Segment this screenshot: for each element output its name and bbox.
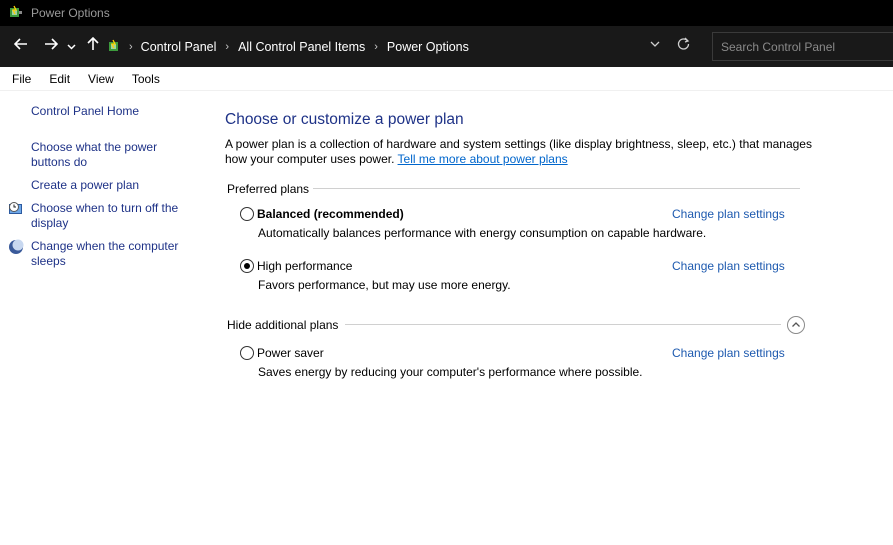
menu-view[interactable]: View [82, 72, 120, 86]
divider [345, 324, 781, 325]
learn-more-link[interactable]: Tell me more about power plans [398, 152, 568, 166]
breadcrumb-control-panel[interactable]: Control Panel [141, 40, 217, 54]
sidebar-item-power-buttons[interactable]: Choose what the power buttons do [31, 140, 191, 170]
menu-file[interactable]: File [6, 72, 37, 86]
breadcrumb-separator: › [374, 40, 378, 53]
plan-desc-power-saver: Saves energy by reducing your computer's… [258, 365, 643, 379]
balanced-radio[interactable] [240, 207, 254, 221]
power-saver-radio[interactable] [240, 346, 254, 360]
change-plan-settings-power-saver[interactable]: Change plan settings [672, 346, 785, 360]
sidebar-item-control-panel-home[interactable]: Control Panel Home [31, 104, 191, 119]
breadcrumb-power-options[interactable]: Power Options [387, 40, 469, 54]
navigation-toolbar: › Control Panel › All Control Panel Item… [0, 26, 893, 67]
sidebar-item-create-plan[interactable]: Create a power plan [31, 178, 191, 193]
plan-desc-high-performance: Favors performance, but may use more ene… [258, 278, 511, 292]
search-input[interactable]: Search Control Panel [712, 32, 893, 61]
arrow-up-icon[interactable] [80, 36, 106, 56]
control-panel-icon [107, 39, 123, 55]
power-options-icon [8, 5, 24, 21]
plan-name-balanced[interactable]: Balanced (recommended) [257, 207, 404, 221]
divider [313, 188, 800, 189]
refresh-icon[interactable] [677, 37, 690, 53]
menu-tools[interactable]: Tools [126, 72, 166, 86]
change-plan-settings-balanced[interactable]: Change plan settings [672, 207, 785, 221]
chevron-down-icon[interactable] [650, 39, 660, 52]
hide-additional-plans-header[interactable]: Hide additional plans [227, 318, 338, 332]
arrow-left-icon[interactable] [8, 37, 34, 56]
clock-monitor-icon [8, 201, 24, 217]
window-title: Power Options [31, 6, 110, 20]
search-placeholder: Search Control Panel [721, 39, 836, 54]
menu-bar: File Edit View Tools [0, 67, 893, 91]
change-plan-settings-high-performance[interactable]: Change plan settings [672, 259, 785, 273]
arrow-right-icon[interactable] [38, 37, 64, 56]
breadcrumb-separator: › [225, 40, 230, 53]
breadcrumb-separator: › [129, 40, 133, 53]
plan-name-high-performance[interactable]: High performance [257, 259, 352, 273]
moon-sleep-icon [8, 239, 24, 255]
breadcrumb-all-items[interactable]: All Control Panel Items [238, 40, 365, 54]
high-performance-radio[interactable] [240, 259, 254, 273]
menu-edit[interactable]: Edit [43, 72, 76, 86]
page-description: A power plan is a collection of hardware… [225, 137, 815, 167]
preferred-plans-header: Preferred plans [227, 182, 310, 196]
chevron-down-icon[interactable] [64, 38, 78, 56]
address-bar[interactable]: › Control Panel › All Control Panel Item… [107, 32, 704, 61]
plan-name-power-saver[interactable]: Power saver [257, 346, 324, 360]
main-content: Choose or customize a power plan A power… [225, 91, 893, 545]
collapse-chevron-icon[interactable] [787, 316, 805, 334]
title-bar: Power Options [0, 0, 893, 26]
plan-desc-balanced: Automatically balances performance with … [258, 226, 707, 240]
sidebar-item-computer-sleeps[interactable]: Change when the computer sleeps [31, 239, 191, 269]
page-title: Choose or customize a power plan [225, 111, 464, 128]
sidebar-item-turn-off-display[interactable]: Choose when to turn off the display [31, 201, 191, 231]
sidebar: Control Panel Home Choose what the power… [0, 91, 205, 545]
